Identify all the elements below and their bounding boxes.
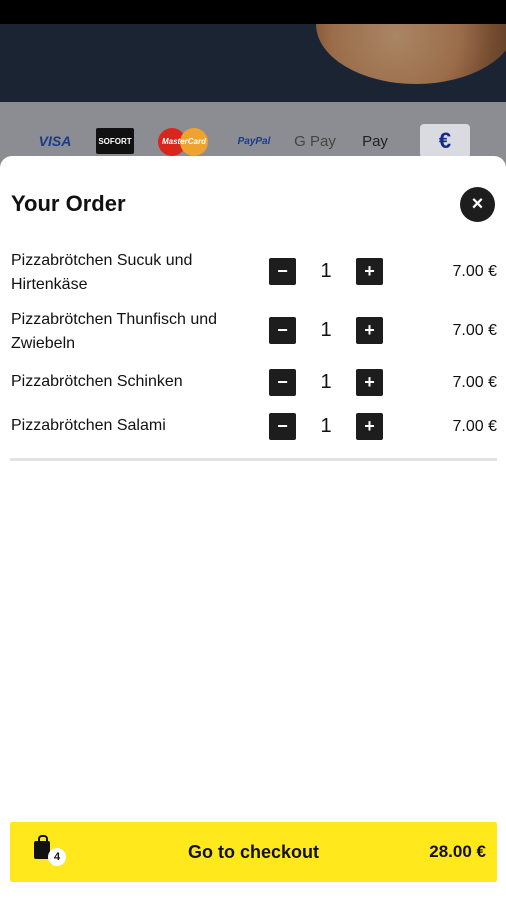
order-item-name: Pizzabrötchen Thunfisch und Zwiebeln	[11, 311, 218, 352]
order-item: Pizzabrötchen Sucuk und Hirtenkäse − 1 +…	[0, 250, 506, 293]
order-item: Pizzabrötchen Thunfisch und Zwiebeln − 1…	[0, 309, 506, 352]
order-item-price: 7.00 €	[452, 263, 497, 280]
pizza-image	[316, 24, 506, 84]
order-item-quantity: 1	[320, 371, 332, 393]
order-item-name: Pizzabrötchen Salami	[11, 417, 166, 434]
order-item: Pizzabrötchen Schinken − 1 + 7.00 €	[0, 361, 506, 401]
google-pay-logo: G Pay	[294, 132, 336, 150]
restaurant-banner	[0, 24, 506, 102]
order-title: Your Order	[11, 191, 126, 216]
increase-quantity-button[interactable]: +	[356, 258, 383, 285]
increase-quantity-button[interactable]: +	[356, 413, 383, 440]
order-divider	[10, 458, 497, 461]
cash-euro-logo: €	[420, 124, 470, 158]
order-item-price: 7.00 €	[452, 418, 497, 435]
visa-logo: VISA	[38, 133, 72, 149]
decrease-quantity-button[interactable]: −	[269, 369, 296, 396]
checkout-button[interactable]: 4 Go to checkout 28.00 €	[10, 822, 497, 882]
order-item-name: Pizzabrötchen Schinken	[11, 373, 183, 390]
order-item-quantity: 1	[320, 319, 332, 341]
sofort-logo: SOFORT	[96, 128, 134, 154]
close-icon[interactable]: ×	[460, 187, 495, 222]
decrease-quantity-button[interactable]: −	[269, 413, 296, 440]
apple-pay-logo: Pay	[362, 132, 388, 150]
status-bar	[0, 0, 506, 24]
order-sheet: Your Order × Pizzabrötchen Sucuk und Hir…	[0, 156, 506, 900]
paypal-logo: PayPal	[237, 135, 271, 147]
decrease-quantity-button[interactable]: −	[269, 317, 296, 344]
order-item-quantity: 1	[320, 260, 332, 282]
checkout-total: 28.00 €	[429, 842, 486, 861]
mastercard-logo: MasterCard	[156, 128, 212, 156]
order-item-price: 7.00 €	[452, 374, 497, 391]
checkout-label: Go to checkout	[187, 842, 319, 862]
order-item-quantity: 1	[320, 415, 332, 437]
order-item: Pizzabrötchen Salami − 1 + 7.00 €	[0, 405, 506, 445]
increase-quantity-button[interactable]: +	[356, 369, 383, 396]
order-item-price: 7.00 €	[452, 322, 497, 339]
increase-quantity-button[interactable]: +	[356, 317, 383, 344]
order-item-name: Pizzabrötchen Sucuk und Hirtenkäse	[11, 252, 193, 293]
payment-methods-row: VISA SOFORT MasterCard PayPal G Pay Pay …	[0, 124, 506, 160]
decrease-quantity-button[interactable]: −	[269, 258, 296, 285]
